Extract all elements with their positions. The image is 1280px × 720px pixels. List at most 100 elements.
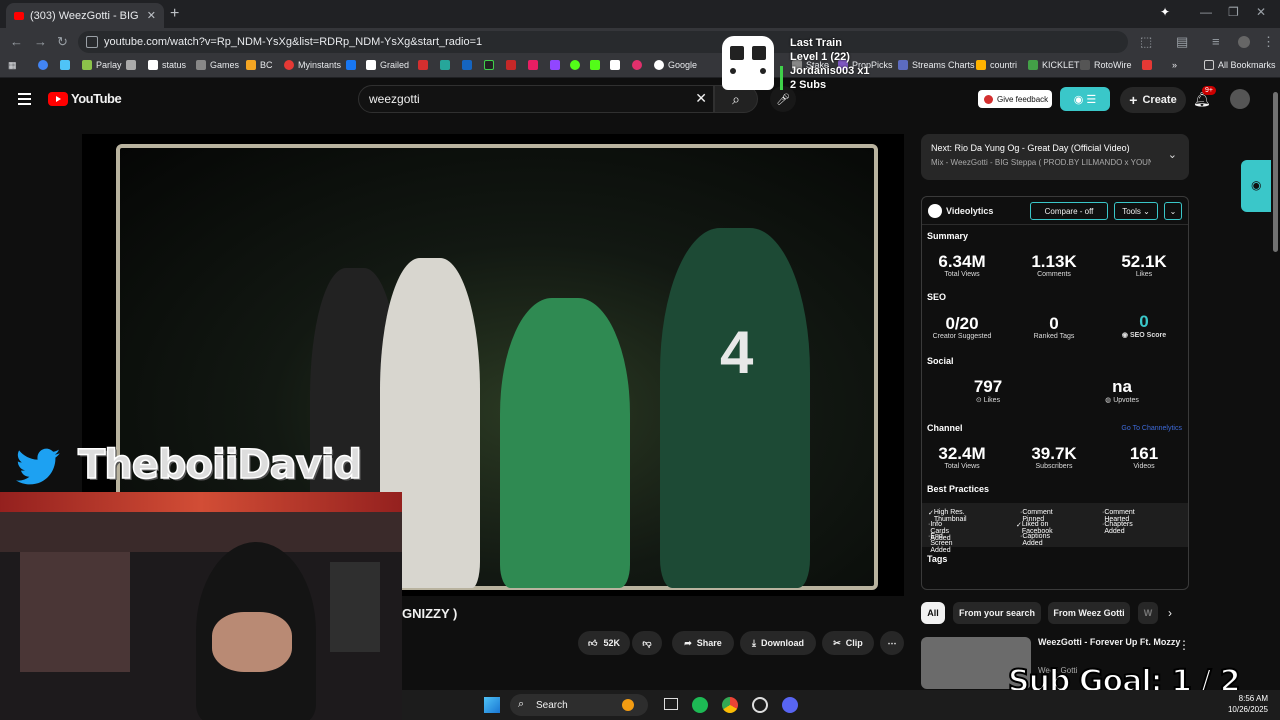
train-title: Last Train (790, 37, 842, 49)
clear-search-icon[interactable]: ✕ (695, 90, 707, 107)
summary-total-views: 6.34M Total Views (938, 252, 986, 279)
videolytics-side-tab[interactable]: ◉ (1241, 160, 1271, 212)
task-view-icon[interactable] (664, 698, 678, 710)
sparkle-icon[interactable]: ✦ (1160, 5, 1170, 19)
videolytics-logo-icon (928, 204, 942, 218)
like-button[interactable]: 👍︎ 52K (578, 631, 630, 655)
account-avatar[interactable] (1230, 89, 1250, 109)
channel-subscribers: 39.7K Subscribers (1031, 444, 1077, 471)
bookmark-icon[interactable] (1142, 60, 1156, 70)
twitter-icon (16, 448, 60, 485)
share-button[interactable]: ➦ Share (672, 631, 734, 655)
chip-from-your-search[interactable]: From your search (953, 602, 1041, 624)
bookmark-icon[interactable] (38, 60, 52, 70)
url-field[interactable]: youtube.com/watch?v=Rp_NDM-YsXg&list=RDR… (78, 31, 1128, 53)
bookmark-icon[interactable] (506, 60, 520, 70)
extensions-icon[interactable]: ⬚ (1140, 34, 1152, 50)
train-user: Jordanis003 x1 (790, 65, 870, 77)
bookmark-icon[interactable] (462, 60, 476, 70)
bookmark-parlay[interactable]: Parlay (82, 60, 122, 70)
compare-button[interactable]: Compare - off (1030, 202, 1108, 220)
clip-button[interactable]: ✂ Clip (822, 631, 874, 655)
site-info-icon[interactable] (86, 36, 98, 48)
bookmark-status[interactable]: status (148, 60, 186, 70)
bookmark-streams-charts[interactable]: Streams Charts (898, 60, 975, 70)
videolytics-name: Videolytics (946, 206, 994, 216)
download-icon: ⤓ (752, 637, 756, 648)
bookmark-icon[interactable] (590, 60, 604, 70)
system-clock[interactable]: 8:56 AM 10/26/2025 (1228, 693, 1268, 715)
bookmark-icon[interactable] (550, 60, 564, 70)
bookmark-countri[interactable]: countri (976, 60, 1017, 70)
tools-dropdown[interactable]: Tools ⌄ (1114, 202, 1158, 220)
cast-icon[interactable]: ≡ (1212, 34, 1220, 49)
bookmark-icon[interactable] (418, 60, 432, 70)
up-next-box[interactable]: Next: Rio Da Yung Og - Great Day (Offici… (921, 134, 1189, 180)
bookmark-icon[interactable] (610, 60, 624, 70)
back-icon[interactable]: ← (10, 34, 23, 49)
browser-tab[interactable]: (303) WeezGotti - BIG Stepp ✕ (6, 3, 164, 28)
videolytics-toggle-button[interactable]: ◉ ☰ (1060, 87, 1110, 111)
webcam-shelf (20, 552, 130, 672)
reddit-icon: ◍ (1105, 397, 1114, 404)
more-actions-button[interactable]: ⋯ (880, 631, 904, 655)
chevron-right-icon[interactable]: › (1168, 606, 1172, 620)
hamburger-menu-icon[interactable] (18, 93, 31, 108)
bookmark-icon[interactable] (126, 60, 140, 70)
app-icon[interactable] (752, 697, 768, 713)
channel-total-views: 32.4M Total Views (938, 444, 986, 471)
windows-start-icon[interactable] (484, 697, 500, 713)
bookmark-google[interactable]: Google (654, 60, 697, 70)
page-scrollbar[interactable] (1271, 78, 1280, 690)
apps-icon[interactable]: ▦ (8, 60, 17, 71)
bookmark-rotowire[interactable]: RotoWire (1080, 60, 1132, 70)
spotify-icon[interactable] (692, 697, 708, 713)
youtube-logo[interactable]: YouTube (48, 91, 122, 106)
webcam-overlay (0, 492, 402, 720)
all-bookmarks[interactable]: All Bookmarks (1204, 60, 1276, 70)
discord-icon[interactable] (782, 697, 798, 713)
dislike-button[interactable]: 👎︎ (632, 631, 662, 655)
more-bookmarks-icon[interactable]: » (1172, 60, 1177, 70)
chip-more[interactable]: W (1138, 602, 1158, 624)
bookmark-icon[interactable] (346, 60, 360, 70)
bookmark-icon[interactable] (484, 60, 498, 70)
sidepanel-icon[interactable]: ▤ (1176, 34, 1188, 50)
more-options-icon[interactable]: ⋮ (1178, 638, 1190, 652)
chip-from-weez-gotti[interactable]: From Weez Gotti (1048, 602, 1130, 624)
videolytics-small-icon: ◉ (1121, 332, 1130, 339)
collapse-chevron-icon[interactable]: ⌄ (1164, 202, 1182, 220)
tags-heading: Tags (927, 554, 948, 564)
profile-icon[interactable] (1238, 36, 1250, 48)
close-tab-icon[interactable]: ✕ (147, 9, 156, 22)
bookmark-icon[interactable] (60, 60, 74, 70)
bookmark-icon[interactable] (528, 60, 542, 70)
bookmark-bc[interactable]: BC (246, 60, 273, 70)
new-tab-icon[interactable]: + (170, 5, 179, 23)
url-text: youtube.com/watch?v=Rp_NDM-YsXg&list=RDR… (104, 36, 483, 48)
bookmark-grailed[interactable]: Grailed (366, 60, 409, 70)
menu-icon[interactable]: ⋮ (1262, 34, 1275, 50)
bookmark-kicklet[interactable]: KICKLET (1028, 60, 1080, 70)
bookmark-myinstants[interactable]: Myinstants (284, 60, 341, 70)
taskbar-search[interactable]: ⌕ Search (510, 694, 648, 716)
restore-icon[interactable]: ❐ (1228, 5, 1239, 19)
forward-icon[interactable]: → (34, 34, 47, 49)
reload-icon[interactable]: ↻ (57, 34, 68, 50)
bookmark-icon[interactable] (570, 60, 584, 70)
search-input[interactable]: weezgotti ✕ (358, 85, 714, 113)
chrome-icon[interactable] (722, 697, 738, 713)
chip-all[interactable]: All (921, 602, 945, 624)
minimize-icon[interactable]: — (1200, 5, 1212, 19)
bookmark-icon[interactable] (440, 60, 454, 70)
download-button[interactable]: ⤓ Download (740, 631, 816, 655)
scrollbar-thumb[interactable] (1273, 92, 1278, 252)
give-feedback-button[interactable]: Give feedback (978, 90, 1052, 108)
bookmark-icon[interactable] (632, 60, 646, 70)
recommendation-title[interactable]: WeezGotti - Forever Up Ft. Mozzy (1038, 637, 1180, 647)
go-to-channelytics-link[interactable]: Go To Channelytics (1121, 425, 1182, 432)
bookmark-games[interactable]: Games (196, 60, 239, 70)
create-button[interactable]: + Create (1120, 87, 1186, 113)
chevron-down-icon[interactable]: ⌄ (1168, 148, 1177, 161)
close-window-icon[interactable]: ✕ (1256, 5, 1266, 19)
